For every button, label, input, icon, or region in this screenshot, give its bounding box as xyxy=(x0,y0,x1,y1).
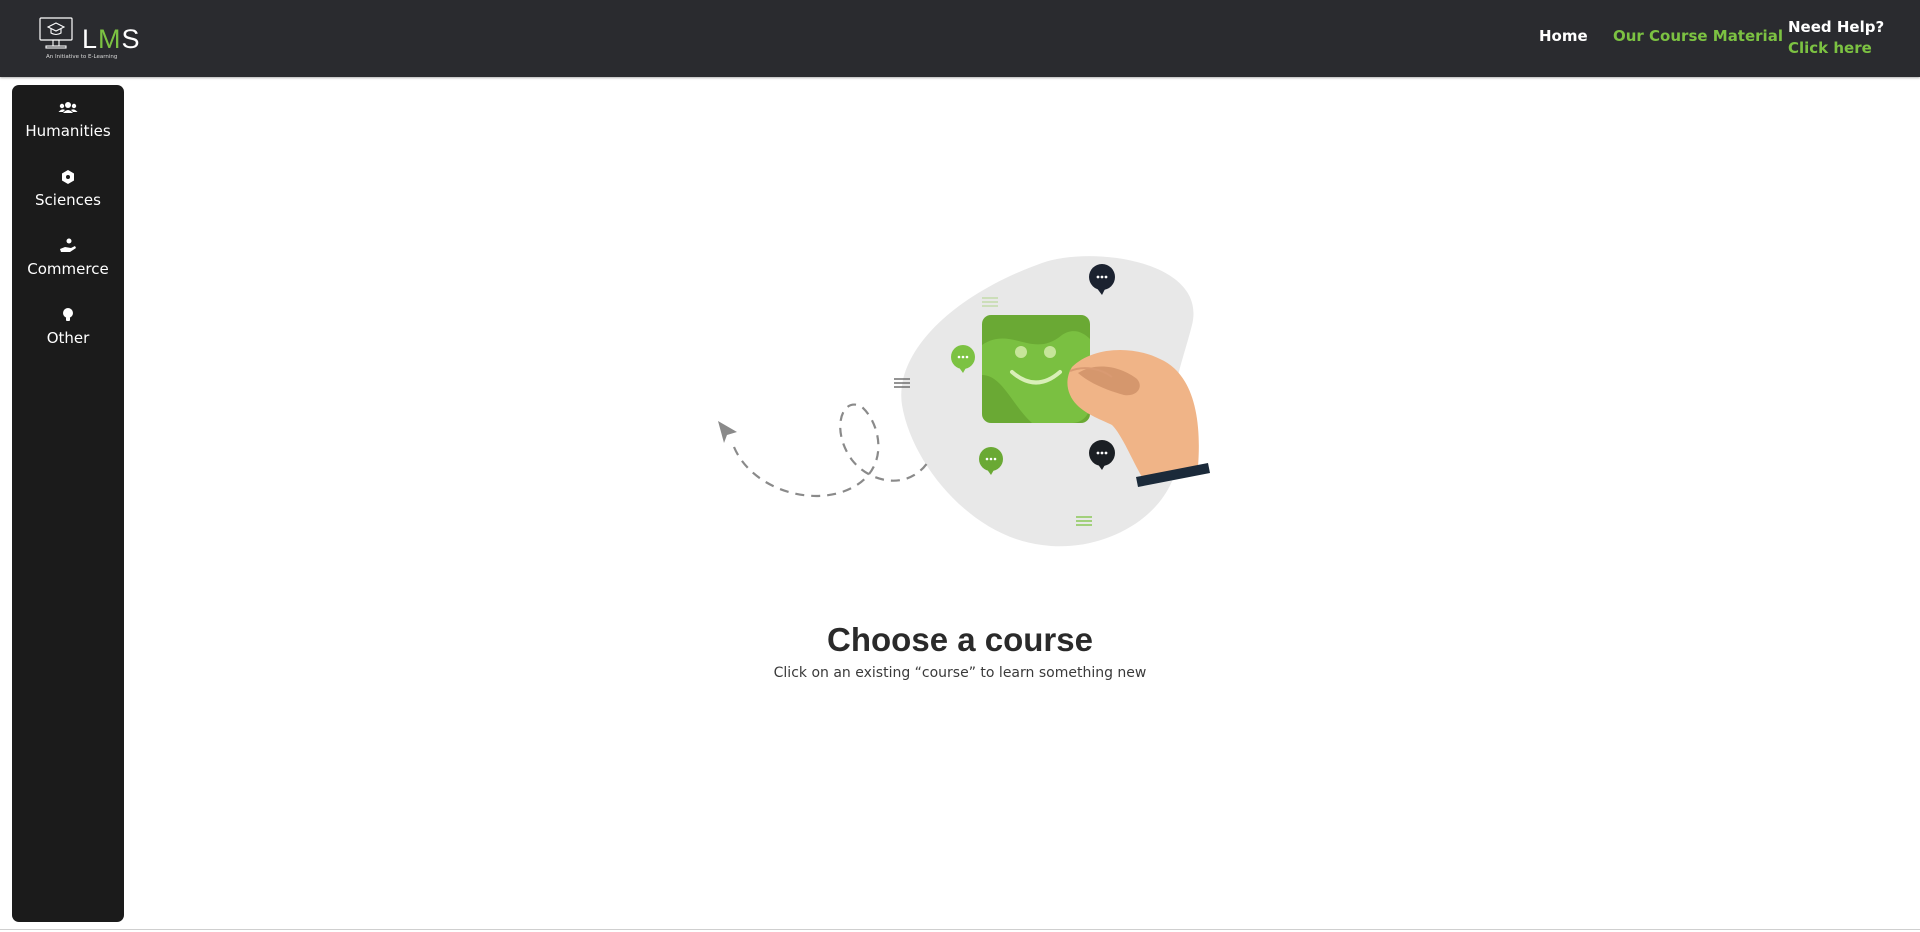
logo-tagline: An Initiative to E-Learning xyxy=(46,54,118,60)
dashed-trail xyxy=(732,403,929,497)
help-click-here-link[interactable]: Click here xyxy=(1788,38,1884,59)
nav-course-material-link[interactable]: Our Course Material xyxy=(1613,26,1783,46)
users-icon xyxy=(58,102,78,113)
logo-wordmark: LMS xyxy=(82,24,141,54)
bottom-divider xyxy=(0,929,1920,930)
arrow-head xyxy=(718,421,737,443)
sidebar-item-label: Sciences xyxy=(35,191,101,209)
page-title: Choose a course xyxy=(827,621,1093,659)
sidebar-item-label: Humanities xyxy=(25,122,111,140)
logo-letter-s: S xyxy=(121,24,141,54)
top-navbar: LMS An Initiative to E-Learning Home Our… xyxy=(0,0,1920,77)
logo-letter-m: M xyxy=(98,24,122,54)
sidebar-item-label: Commerce xyxy=(27,260,109,278)
help-title: Need Help? xyxy=(1788,18,1885,36)
hand-holding-smiley-card-illustration xyxy=(718,256,1210,547)
page-subtitle: Click on an existing “course” to learn s… xyxy=(773,665,1147,681)
help-section: Need Help? Click here xyxy=(1788,17,1884,59)
sidebar-item-sciences[interactable]: Sciences xyxy=(12,168,124,209)
atom-icon xyxy=(62,170,74,184)
category-sidebar: Humanities Sciences Commerce Other xyxy=(12,85,124,922)
logo-letter-l: L xyxy=(82,24,99,54)
sidebar-item-other[interactable]: Other xyxy=(12,306,124,347)
nav-home-link[interactable]: Home xyxy=(1539,26,1588,46)
lightbulb-icon xyxy=(63,308,73,321)
sidebar-item-label: Other xyxy=(46,329,90,347)
lms-logo[interactable]: LMS An Initiative to E-Learning xyxy=(38,16,140,64)
sidebar-item-commerce[interactable]: Commerce xyxy=(12,237,124,278)
sidebar-item-humanities[interactable]: Humanities xyxy=(12,99,124,140)
monitor-graduation-cap-icon xyxy=(39,17,73,49)
hand-coin-icon xyxy=(60,238,76,252)
